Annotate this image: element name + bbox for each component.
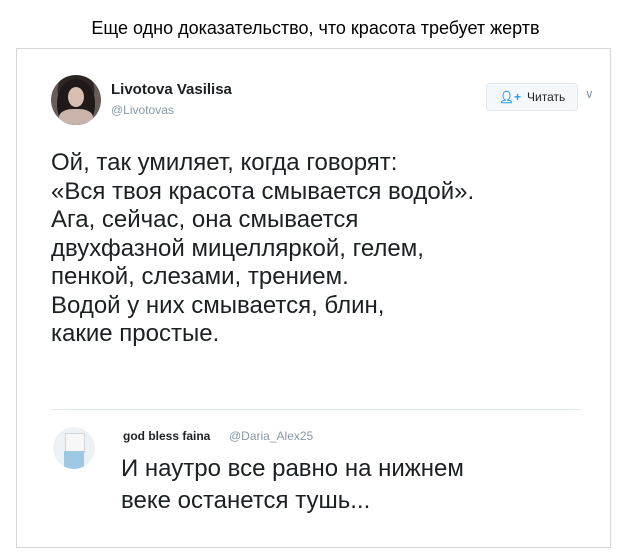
tweet-text: Ой, так умиляет, когда говорят: «Вся тво… (51, 149, 591, 349)
reply-author-avatar[interactable] (53, 427, 95, 469)
follow-button-label: Читать (527, 90, 566, 104)
reply-line: И наутро все равно на нижнем (121, 455, 464, 482)
author-avatar[interactable] (51, 75, 101, 125)
add-user-icon: 👤︎+ (498, 90, 521, 104)
reply-line: веке останется тушь... (121, 487, 371, 514)
tweet-line: Ой, так умиляет, когда говорят: (51, 149, 398, 176)
author-handle[interactable]: @Livotovas (111, 103, 174, 117)
tweet-line: Ага, сейчас, она смывается (51, 206, 359, 233)
author-display-name[interactable]: Livotova Vasilisa (111, 81, 232, 98)
tweet-header: Livotova Vasilisa @Livotovas 👤︎+ Читать … (51, 73, 594, 129)
reply-text: И наутро все равно на нижнем веке остане… (121, 453, 591, 517)
tweet-line: какие простые. (51, 320, 220, 347)
tweet-line: Водой у них смывается, блин, (51, 291, 385, 319)
reply-author-handle[interactable]: @Daria_Alex25 (229, 429, 313, 443)
tweet-line: пенкой, слезами, трением. (51, 263, 349, 290)
tweet-line: двухфазной мицелляркой, гелем, (51, 234, 424, 262)
tweet-line: «Вся твоя красота смывается водой». (51, 177, 475, 205)
follow-button[interactable]: 👤︎+ Читать (486, 83, 578, 111)
reply-author-display-name[interactable]: god bless faina (123, 429, 210, 443)
tweet-card: Livotova Vasilisa @Livotovas 👤︎+ Читать … (16, 48, 611, 548)
divider (51, 409, 581, 410)
chevron-down-icon[interactable]: ∨ (585, 87, 594, 101)
meme-caption: Еще одно доказательство, что красота тре… (91, 18, 540, 38)
